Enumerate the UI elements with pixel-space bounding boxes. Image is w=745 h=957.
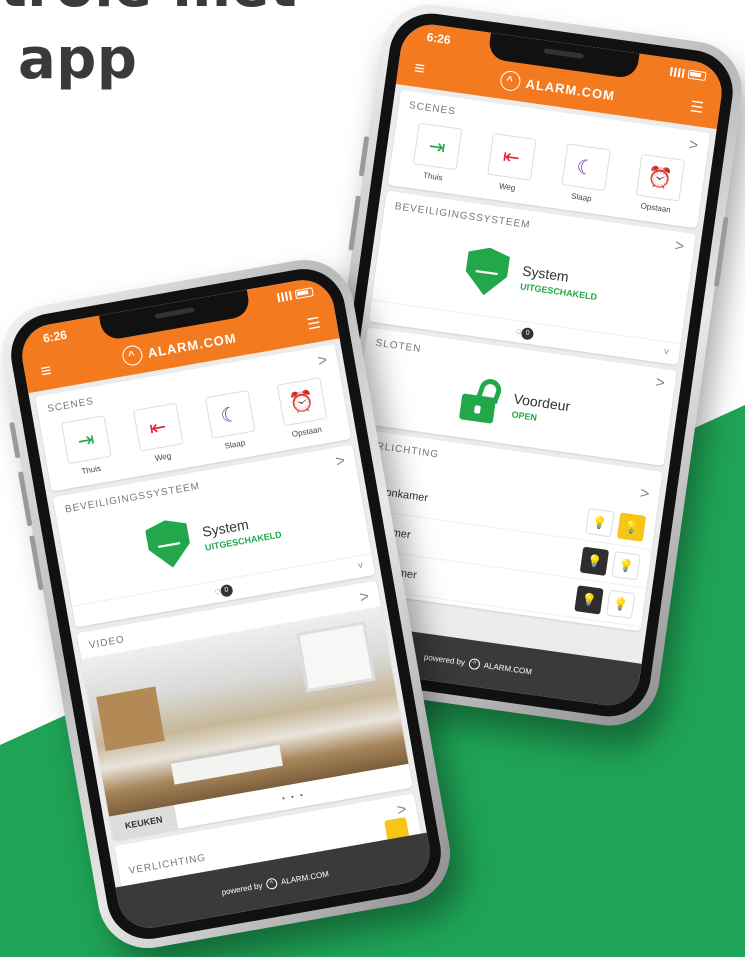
- scene-thuis[interactable]: ⇥ Thuis: [410, 122, 462, 184]
- menu-icon[interactable]: ≡: [413, 57, 426, 79]
- alarm-logo-icon: ^: [265, 876, 279, 890]
- scene-slaap[interactable]: ☾ Slaap: [204, 389, 257, 453]
- status-time: 6:26: [41, 327, 69, 346]
- light-off-button[interactable]: 💡: [579, 546, 610, 576]
- alarm-logo-icon: ^: [468, 657, 481, 670]
- powered-by-text: powered by: [220, 880, 264, 897]
- scene-weg[interactable]: ⇤ Weg: [132, 402, 185, 466]
- light-on-button[interactable]: 💡: [605, 589, 636, 620]
- scene-label: Opstaan: [291, 424, 323, 439]
- footer-brand: ALARM.COM: [280, 868, 330, 887]
- light-off-button[interactable]: 💡: [574, 585, 604, 615]
- scene-label: Slaap: [224, 438, 246, 451]
- status-time: 6:26: [425, 29, 452, 48]
- scene-label: Weg: [154, 451, 172, 464]
- moon-icon: ☾: [204, 389, 255, 439]
- scene-label: Opstaan: [640, 201, 672, 215]
- home-leave-icon: ⇤: [486, 132, 537, 181]
- moon-icon: ☾: [560, 143, 611, 192]
- shield-icon: —: [144, 517, 194, 572]
- scene-opstaan[interactable]: ⏰ Opstaan: [276, 377, 329, 440]
- scene-label: Thuis: [80, 463, 102, 477]
- chevron-down-icon[interactable]: ˅: [357, 561, 365, 573]
- home-arrive-icon: ⇥: [412, 122, 462, 171]
- scene-label: Weg: [498, 181, 516, 193]
- menu-icon[interactable]: ≡: [39, 359, 53, 382]
- dashboard: > SCENES ⇥ Thuis ⇤ Weg ☾ Slaap ⏰ Opstaan > B…: [28, 338, 426, 888]
- scene-thuis[interactable]: ⇥ Thuis: [60, 415, 114, 478]
- brand-name: ALARM.COM: [146, 329, 238, 361]
- light-off-button[interactable]: 💡: [585, 507, 615, 538]
- scene-label: Thuis: [422, 170, 444, 183]
- signal-icon: [276, 290, 293, 302]
- battery-icon: [687, 69, 707, 81]
- brand-name: ALARM.COM: [524, 75, 616, 104]
- customize-icon[interactable]: ☰: [306, 313, 322, 333]
- chevron-down-icon[interactable]: ˅: [663, 347, 670, 359]
- shield-icon: —: [463, 245, 511, 298]
- scene-label: Slaap: [570, 191, 593, 204]
- sensor-badge: 0: [219, 583, 234, 598]
- scene-opstaan[interactable]: ⏰ Opstaan: [633, 153, 685, 216]
- brand-logo: ^ ALARM.COM: [498, 69, 617, 106]
- footer-brand: ALARM.COM: [483, 660, 533, 677]
- light-on-button[interactable]: 💡: [611, 551, 641, 581]
- alarm-logo-icon: ^: [498, 69, 522, 93]
- sensor-badge: 0: [520, 326, 535, 341]
- home-indicator[interactable]: [220, 894, 339, 920]
- scene-slaap[interactable]: ☾ Slaap: [559, 143, 611, 205]
- unlocked-padlock-icon: [456, 375, 504, 424]
- signal-icon: [669, 66, 685, 78]
- home-indicator[interactable]: [414, 678, 535, 700]
- light-on-button[interactable]: 💡: [616, 512, 647, 542]
- alarm-logo-icon: ^: [120, 343, 144, 368]
- alarm-clock-icon: ⏰: [276, 377, 327, 427]
- home-arrive-icon: ⇥: [60, 415, 112, 465]
- scene-weg[interactable]: ⇤ Weg: [485, 132, 537, 195]
- alarm-clock-icon: ⏰: [635, 153, 685, 202]
- customize-icon[interactable]: ☰: [689, 97, 705, 117]
- home-leave-icon: ⇤: [132, 402, 184, 452]
- battery-icon: [294, 286, 314, 299]
- powered-by-text: powered by: [423, 652, 466, 667]
